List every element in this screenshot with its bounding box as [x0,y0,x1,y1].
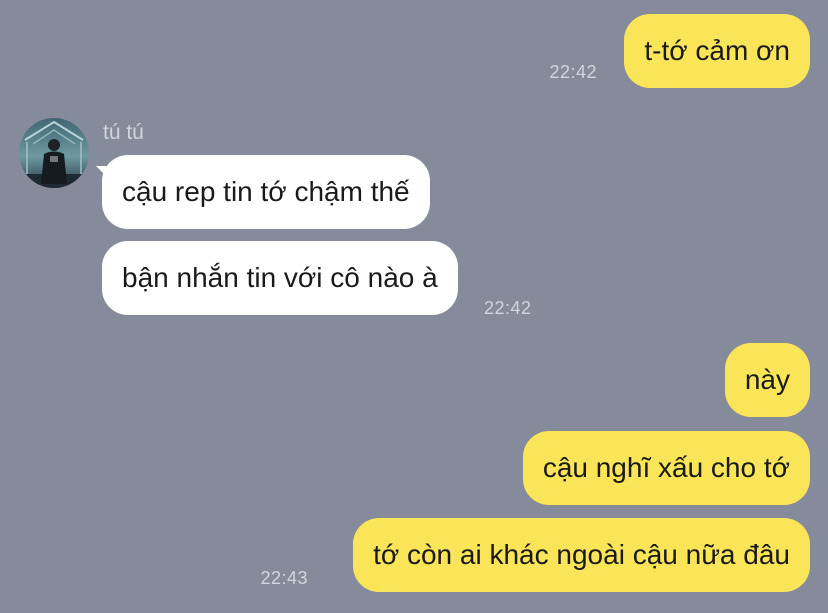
sent-message-bubble[interactable]: này [724,343,810,417]
received-message-bubble[interactable]: bận nhắn tin với cô nào à [102,241,458,315]
sent-message-bubble[interactable]: cậu nghĩ xấu cho tớ [522,431,810,505]
message-timestamp: 22:42 [484,298,532,318]
message-timestamp: 22:43 [260,568,308,588]
sender-avatar[interactable] [19,118,89,188]
received-message-bubble[interactable]: cậu rep tin tớ chậm thế [102,155,430,229]
sent-message-bubble[interactable]: t-tớ cảm ơn [624,14,810,88]
sender-name: tú tú [103,121,144,144]
sent-message-bubble[interactable]: tớ còn ai khác ngoài cậu nữa đâu [353,518,810,592]
avatar-image [19,118,89,188]
message-timestamp: 22:42 [549,62,597,82]
